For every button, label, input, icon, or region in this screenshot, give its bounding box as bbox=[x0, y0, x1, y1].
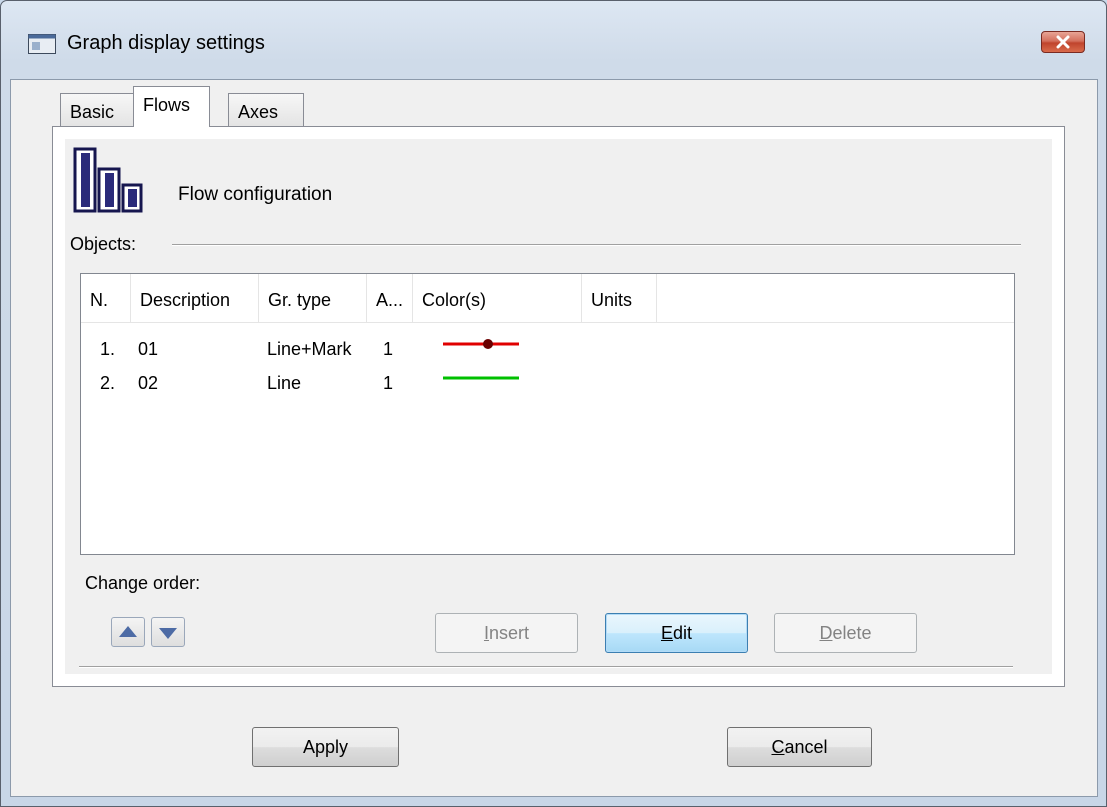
row-number: 2. bbox=[100, 373, 116, 393]
column-header-description[interactable]: Description bbox=[131, 274, 259, 322]
column-colors-label: Color(s) bbox=[422, 290, 487, 310]
row-number: 1. bbox=[100, 339, 116, 359]
bar-chart-icon bbox=[73, 147, 143, 213]
apply-button[interactable]: Apply bbox=[252, 727, 399, 767]
insert-label: nsert bbox=[488, 623, 530, 643]
move-up-button[interactable] bbox=[111, 617, 145, 647]
edit-mnemonic: E bbox=[660, 623, 673, 643]
bottom-divider bbox=[79, 666, 1013, 668]
objects-listview[interactable]: N. Description Gr. type A... Color(s) Un… bbox=[80, 273, 1015, 555]
tab-panel-flows: Flow configuration Objects: N. Descripti… bbox=[52, 126, 1065, 687]
change-order-label: Change order: bbox=[85, 573, 201, 593]
cancel-mnemonic: C bbox=[771, 737, 785, 757]
column-gr-type-label: Gr. type bbox=[268, 290, 332, 310]
column-header-units[interactable]: Units bbox=[582, 274, 657, 322]
row-axis: 1 bbox=[383, 373, 394, 393]
delete-button[interactable]: Delete bbox=[774, 613, 917, 653]
column-description-label: Description bbox=[140, 290, 231, 310]
panel-heading: Flow configuration bbox=[178, 184, 333, 205]
column-a-label: A... bbox=[376, 290, 404, 310]
edit-label: dit bbox=[673, 623, 693, 643]
window-title: Graph display settings bbox=[67, 32, 265, 54]
tab-axes-label: Axes bbox=[238, 102, 279, 122]
row-axis: 1 bbox=[383, 339, 394, 359]
arrow-up-icon bbox=[119, 626, 137, 637]
column-n-label: N. bbox=[90, 290, 108, 310]
delete-label: elete bbox=[832, 623, 872, 643]
move-down-button[interactable] bbox=[151, 617, 185, 647]
apply-label: Apply bbox=[302, 737, 349, 757]
cancel-label: ancel bbox=[784, 737, 828, 757]
window-app-icon bbox=[28, 34, 56, 54]
close-icon bbox=[1056, 35, 1070, 49]
row-graph-type: Line bbox=[267, 373, 302, 393]
edit-button[interactable]: Edit bbox=[605, 613, 748, 653]
column-header-gr-type[interactable]: Gr. type bbox=[259, 274, 367, 322]
table-row[interactable]: 2. 02 Line 1 bbox=[81, 367, 1014, 401]
tab-flows[interactable]: Flows bbox=[133, 86, 210, 127]
title-bar: Graph display settings bbox=[1, 1, 1106, 71]
column-header-a[interactable]: A... bbox=[367, 274, 413, 322]
row-description: 02 bbox=[138, 373, 159, 393]
close-button[interactable] bbox=[1041, 31, 1085, 53]
flows-content: Flow configuration Objects: N. Descripti… bbox=[65, 139, 1052, 674]
objects-divider bbox=[172, 244, 1021, 246]
line-marker-swatch bbox=[443, 339, 519, 349]
tab-flows-label: Flows bbox=[143, 95, 191, 115]
cancel-button[interactable]: Cancel bbox=[727, 727, 872, 767]
row-description: 01 bbox=[138, 339, 159, 359]
row-graph-type: Line+Mark bbox=[267, 339, 352, 359]
dialog-window: Graph display settings Basic Flows Axes bbox=[0, 0, 1107, 807]
tab-basic[interactable]: Basic bbox=[60, 93, 135, 127]
delete-mnemonic: D bbox=[819, 623, 833, 643]
arrow-down-icon bbox=[159, 628, 177, 639]
tab-basic-label: Basic bbox=[70, 102, 115, 122]
insert-button[interactable]: Insert bbox=[435, 613, 578, 653]
line-swatch bbox=[443, 376, 519, 380]
tab-axes[interactable]: Axes bbox=[228, 93, 304, 127]
column-header-n[interactable]: N. bbox=[81, 274, 131, 322]
objects-label: Objects: bbox=[70, 234, 137, 254]
list-header: N. Description Gr. type A... Color(s) Un… bbox=[81, 274, 1014, 323]
column-header-colors[interactable]: Color(s) bbox=[413, 274, 582, 322]
table-row[interactable]: 1. 01 Line+Mark 1 bbox=[81, 333, 1014, 367]
column-units-label: Units bbox=[591, 290, 633, 310]
dialog-client-area: Basic Flows Axes Flow configuration Obje… bbox=[10, 79, 1098, 797]
